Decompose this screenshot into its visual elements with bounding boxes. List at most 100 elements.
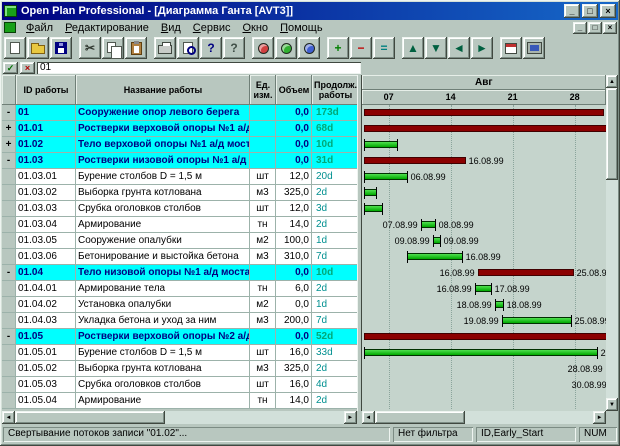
cell-duration[interactable]: 68d: [312, 121, 357, 137]
collapse-icon[interactable]: -: [2, 105, 16, 121]
task-bar[interactable]: [364, 205, 383, 212]
menu-item-3[interactable]: Вид: [155, 22, 187, 34]
table-row[interactable]: 01.05.04Армированиетн14,02d: [2, 393, 357, 409]
maximize-button[interactable]: □: [582, 4, 598, 18]
cell-activity-name[interactable]: Бурение столбов D = 1,5 м: [76, 345, 250, 361]
table-row[interactable]: 01.03.03Срубка оголовков столбовшт12,03d: [2, 201, 357, 217]
document-icon[interactable]: [4, 22, 16, 33]
scroll-right-icon[interactable]: ►: [593, 411, 606, 424]
table-row[interactable]: 01.05.01Бурение столбов D = 1,5 мшт16,03…: [2, 345, 357, 361]
scroll-down-icon[interactable]: ▼: [606, 398, 618, 411]
cell-unit[interactable]: шт: [250, 377, 276, 393]
table-row[interactable]: 01.03.01Бурение столбов D = 1,5 мшт12,02…: [2, 169, 357, 185]
cell-unit[interactable]: м3: [250, 249, 276, 265]
cell-activity-id[interactable]: 01.04.03: [16, 313, 76, 329]
task-bar[interactable]: [495, 301, 504, 308]
cell-duration[interactable]: 2d: [312, 393, 357, 409]
cell-duration[interactable]: 2d: [312, 361, 357, 377]
cell-activity-name[interactable]: Тело низовой опоры №1 а/д моста: [76, 265, 250, 281]
cell-volume[interactable]: 0,0: [276, 297, 312, 313]
expand-icon[interactable]: +: [2, 137, 16, 153]
cell-volume[interactable]: 325,0: [276, 185, 312, 201]
cell-duration[interactable]: 10d: [312, 137, 357, 153]
cell-activity-id[interactable]: 01.02: [16, 137, 76, 153]
open-button[interactable]: [27, 37, 49, 59]
cell-unit[interactable]: тн: [250, 217, 276, 233]
task-bar[interactable]: [364, 173, 408, 180]
summary-bar[interactable]: [364, 157, 466, 164]
cell-duration[interactable]: 3d: [312, 201, 357, 217]
mdi-minimize-button[interactable]: _: [573, 22, 587, 34]
task-bar[interactable]: [364, 189, 377, 196]
clock-green-button[interactable]: [275, 37, 297, 59]
expand-icon[interactable]: +: [2, 121, 16, 137]
cell-activity-id[interactable]: 01.05.01: [16, 345, 76, 361]
cell-activity-id[interactable]: 01.05: [16, 329, 76, 345]
cell-duration[interactable]: 10d: [312, 265, 357, 281]
cell-unit[interactable]: тн: [250, 281, 276, 297]
cell-activity-name[interactable]: Ростверки верховой опоры №1 а/д: [76, 121, 250, 137]
menu-item-6[interactable]: Помощь: [274, 22, 329, 34]
cell-activity-name[interactable]: Выборка грунта котлована: [76, 361, 250, 377]
cell-duration[interactable]: 20d: [312, 169, 357, 185]
cell-unit[interactable]: [250, 105, 276, 121]
cell-activity-name[interactable]: Армирование тела: [76, 281, 250, 297]
move-up-button[interactable]: ▲: [402, 37, 424, 59]
cancel-edit-button[interactable]: ×: [20, 62, 35, 74]
table-row[interactable]: +01.02Тело верховой опоры №1 а/д моста0,…: [2, 137, 357, 153]
menu-item-5[interactable]: Окно: [236, 22, 274, 34]
table-row[interactable]: -01.04Тело низовой опоры №1 а/д моста0,0…: [2, 265, 357, 281]
cell-volume[interactable]: 16,0: [276, 345, 312, 361]
cell-volume[interactable]: 0,0: [276, 137, 312, 153]
menu-item-1[interactable]: Файл: [20, 22, 59, 34]
cell-activity-name[interactable]: Ростверки верховой опоры №2 а/д: [76, 329, 250, 345]
cell-activity-id[interactable]: 01.01: [16, 121, 76, 137]
edit-input[interactable]: 01: [37, 62, 361, 74]
move-down-button[interactable]: ▼: [425, 37, 447, 59]
column-header-id[interactable]: ID работы: [16, 75, 76, 105]
cell-volume[interactable]: 0,0: [276, 121, 312, 137]
cell-duration[interactable]: 2d: [312, 185, 357, 201]
cell-activity-name[interactable]: Срубка оголовков столбов: [76, 201, 250, 217]
cell-activity-name[interactable]: Срубка оголовков столбов: [76, 377, 250, 393]
menu-item-2[interactable]: Редактирование: [59, 22, 155, 34]
table-row[interactable]: 01.03.04Армированиетн14,02d: [2, 217, 357, 233]
gantt-scroll-thumb[interactable]: [375, 411, 465, 424]
cell-duration[interactable]: 52d: [312, 329, 357, 345]
cell-activity-id[interactable]: 01.03: [16, 153, 76, 169]
context-help-button[interactable]: ?: [223, 37, 245, 59]
cell-unit[interactable]: м3: [250, 361, 276, 377]
cell-volume[interactable]: 0,0: [276, 265, 312, 281]
cell-duration[interactable]: 173d: [312, 105, 357, 121]
cell-activity-name[interactable]: Сооружение опалубки: [76, 233, 250, 249]
table-row[interactable]: 01.03.02Выборка грунта котлованам3325,02…: [2, 185, 357, 201]
scroll-right-icon[interactable]: ►: [344, 411, 357, 424]
column-header-name[interactable]: Название работы: [76, 75, 250, 105]
collapse-icon[interactable]: -: [2, 153, 16, 169]
cell-activity-name[interactable]: Армирование: [76, 217, 250, 233]
table-row[interactable]: 01.03.06Бетонирование и выстойка бетонам…: [2, 249, 357, 265]
table-row[interactable]: -01Сооружение опор левого берега0,0173d: [2, 105, 357, 121]
help-button[interactable]: ?: [200, 37, 222, 59]
cell-unit[interactable]: [250, 153, 276, 169]
cell-unit[interactable]: [250, 121, 276, 137]
cell-volume[interactable]: 16,0: [276, 377, 312, 393]
add-activity-button[interactable]: +: [327, 37, 349, 59]
indent-button[interactable]: ►: [471, 37, 493, 59]
scroll-left-icon[interactable]: ◄: [2, 411, 15, 424]
cell-unit[interactable]: м2: [250, 297, 276, 313]
table-scroll-thumb[interactable]: [15, 411, 165, 424]
cell-unit[interactable]: [250, 329, 276, 345]
cell-unit[interactable]: [250, 265, 276, 281]
cell-activity-name[interactable]: Укладка бетона и уход за ним: [76, 313, 250, 329]
save-button[interactable]: [50, 37, 72, 59]
cell-volume[interactable]: 0,0: [276, 105, 312, 121]
cell-volume[interactable]: 6,0: [276, 281, 312, 297]
cell-volume[interactable]: 12,0: [276, 169, 312, 185]
task-bar[interactable]: [433, 237, 441, 244]
task-bar[interactable]: [421, 221, 436, 228]
minimize-button[interactable]: _: [564, 4, 580, 18]
cell-activity-id[interactable]: 01.03.04: [16, 217, 76, 233]
cell-unit[interactable]: [250, 137, 276, 153]
cell-volume[interactable]: 12,0: [276, 201, 312, 217]
